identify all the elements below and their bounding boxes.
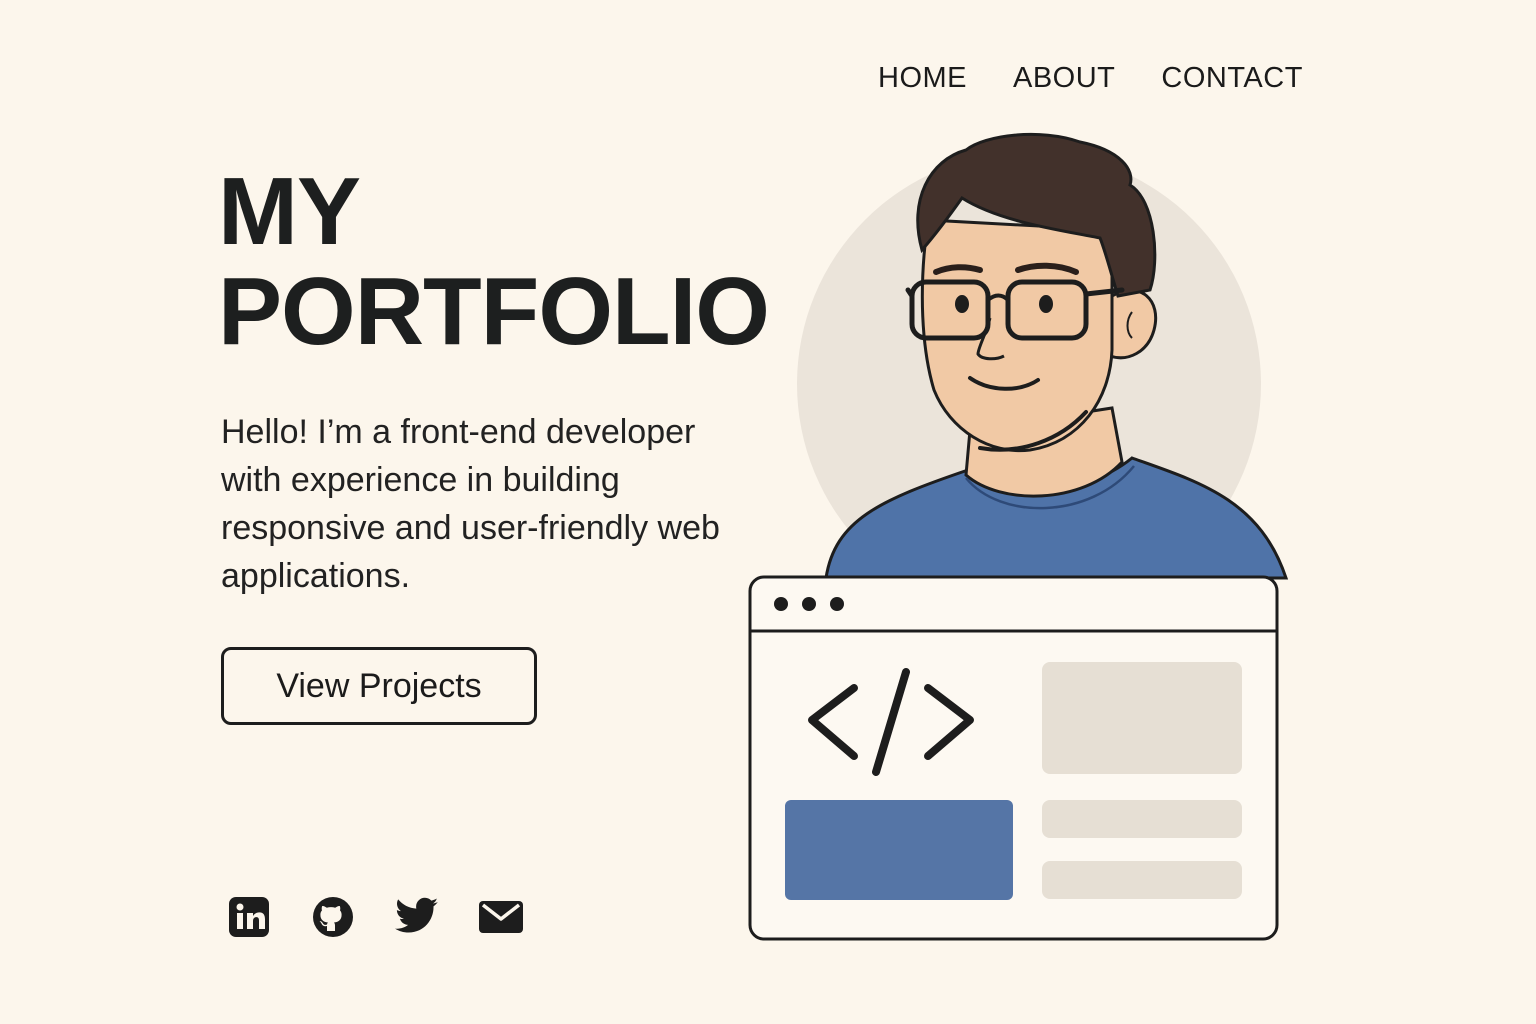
- email-icon[interactable]: [478, 894, 524, 940]
- nav-about-link[interactable]: ABOUT: [1013, 62, 1115, 95]
- top-nav: HOME ABOUT CONTACT: [878, 62, 1303, 95]
- linkedin-icon[interactable]: [226, 894, 272, 940]
- hero-title: MY PORTFOLIO: [218, 158, 770, 365]
- nav-home-link[interactable]: HOME: [878, 62, 967, 95]
- nav-contact-link[interactable]: CONTACT: [1161, 62, 1303, 95]
- hero-title-line-1: MY: [218, 158, 361, 265]
- social-links: [226, 894, 524, 940]
- view-projects-button[interactable]: View Projects: [221, 647, 537, 725]
- intro-text: Hello! I’m a front-end developer with ex…: [221, 413, 720, 595]
- developer-illustration: [748, 132, 1289, 941]
- hero-title-line-2: PORTFOLIO: [218, 258, 770, 365]
- twitter-icon[interactable]: [394, 894, 440, 940]
- github-icon[interactable]: [310, 894, 356, 940]
- browser-window: [748, 575, 1279, 941]
